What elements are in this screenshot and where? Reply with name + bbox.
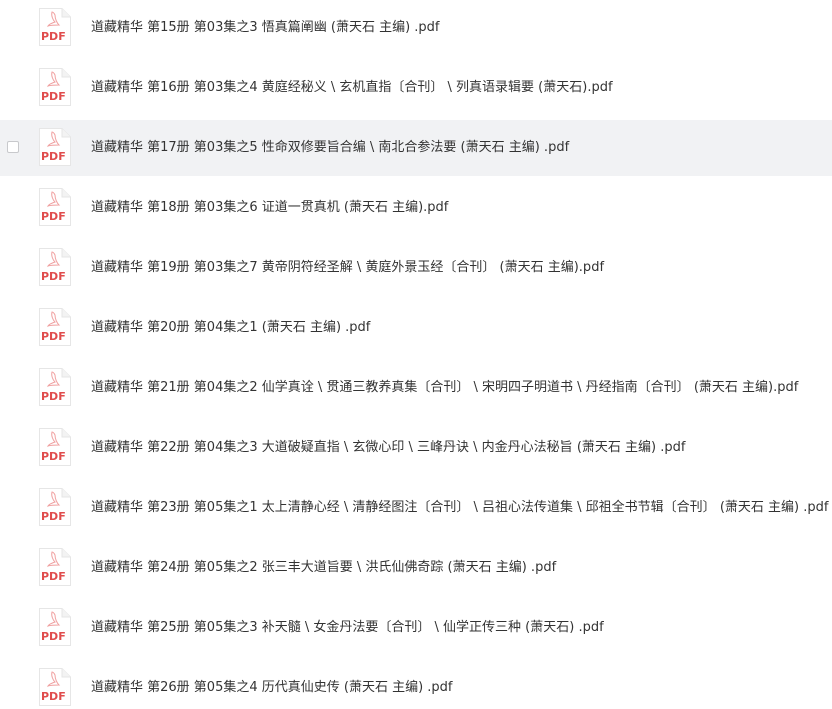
- file-name[interactable]: 道藏精华 第17册 第03集之5 性命双修要旨合编 \ 南北合参法要 (萧天石 …: [91, 120, 569, 176]
- pdf-icon-label: PDF: [41, 510, 66, 523]
- pdf-icon-label: PDF: [41, 690, 66, 703]
- file-name[interactable]: 道藏精华 第25册 第05集之3 补天髓 \ 女金丹法要〔合刊〕 \ 仙学正传三…: [91, 600, 604, 656]
- file-name[interactable]: 道藏精华 第26册 第05集之4 历代真仙史传 (萧天石 主编) .pdf: [91, 660, 453, 709]
- pdf-icon: PDF: [38, 607, 72, 647]
- file-name[interactable]: 道藏精华 第21册 第04集之2 仙学真诠 \ 贯通三教养真集〔合刊〕 \ 宋明…: [91, 360, 798, 416]
- pdf-icon: PDF: [38, 367, 72, 407]
- file-row[interactable]: PDF 道藏精华 第19册 第03集之7 黄帝阴符经圣解 \ 黄庭外景玉经〔合刊〕…: [0, 240, 832, 296]
- file-row[interactable]: PDF 道藏精华 第17册 第03集之5 性命双修要旨合编 \ 南北合参法要 (萧…: [0, 120, 832, 176]
- file-name[interactable]: 道藏精华 第16册 第03集之4 黄庭经秘义 \ 玄机直指〔合刊〕 \ 列真语录…: [91, 60, 613, 116]
- pdf-icon-label: PDF: [41, 330, 66, 343]
- file-name[interactable]: 道藏精华 第18册 第03集之6 证道一贯真机 (萧天石 主编).pdf: [91, 180, 448, 236]
- pdf-icon-label: PDF: [41, 270, 66, 283]
- pdf-icon-label: PDF: [41, 150, 66, 163]
- pdf-icon: PDF: [38, 187, 72, 227]
- pdf-icon: PDF: [38, 7, 72, 47]
- file-row[interactable]: PDF 道藏精华 第18册 第03集之6 证道一贯真机 (萧天石 主编).pdf: [0, 180, 832, 236]
- pdf-icon: PDF: [38, 247, 72, 287]
- file-row[interactable]: PDF 道藏精华 第26册 第05集之4 历代真仙史传 (萧天石 主编) .pdf: [0, 660, 832, 709]
- pdf-icon-label: PDF: [41, 390, 66, 403]
- file-row[interactable]: PDF 道藏精华 第20册 第04集之1 (萧天石 主编) .pdf: [0, 300, 832, 356]
- pdf-icon-label: PDF: [41, 90, 66, 103]
- file-name[interactable]: 道藏精华 第24册 第05集之2 张三丰大道旨要 \ 洪氏仙佛奇踪 (萧天石 主…: [91, 540, 556, 596]
- pdf-icon: PDF: [38, 67, 72, 107]
- pdf-icon: PDF: [38, 307, 72, 347]
- file-row[interactable]: PDF 道藏精华 第15册 第03集之3 悟真篇阐幽 (萧天石 主编) .pdf: [0, 0, 832, 56]
- file-name[interactable]: 道藏精华 第20册 第04集之1 (萧天石 主编) .pdf: [91, 300, 370, 356]
- pdf-icon-label: PDF: [41, 570, 66, 583]
- file-row[interactable]: PDF 道藏精华 第16册 第03集之4 黄庭经秘义 \ 玄机直指〔合刊〕 \ 列…: [0, 60, 832, 116]
- pdf-icon: PDF: [38, 667, 72, 707]
- file-name[interactable]: 道藏精华 第22册 第04集之3 大道破疑直指 \ 玄微心印 \ 三峰丹诀 \ …: [91, 420, 685, 476]
- pdf-icon: PDF: [38, 547, 72, 587]
- file-name[interactable]: 道藏精华 第23册 第05集之1 太上清静心经 \ 清静经图注〔合刊〕 \ 吕祖…: [91, 480, 828, 536]
- file-name[interactable]: 道藏精华 第15册 第03集之3 悟真篇阐幽 (萧天石 主编) .pdf: [91, 0, 440, 56]
- file-row[interactable]: PDF 道藏精华 第23册 第05集之1 太上清静心经 \ 清静经图注〔合刊〕 \…: [0, 480, 832, 536]
- select-checkbox[interactable]: [7, 141, 19, 153]
- pdf-icon-label: PDF: [41, 450, 66, 463]
- file-row[interactable]: PDF 道藏精华 第21册 第04集之2 仙学真诠 \ 贯通三教养真集〔合刊〕 \…: [0, 360, 832, 416]
- pdf-icon-label: PDF: [41, 630, 66, 643]
- file-row[interactable]: PDF 道藏精华 第22册 第04集之3 大道破疑直指 \ 玄微心印 \ 三峰丹诀…: [0, 420, 832, 476]
- pdf-icon: PDF: [38, 487, 72, 527]
- pdf-icon: PDF: [38, 427, 72, 467]
- file-name[interactable]: 道藏精华 第19册 第03集之7 黄帝阴符经圣解 \ 黄庭外景玉经〔合刊〕 (萧…: [91, 240, 604, 296]
- pdf-icon-label: PDF: [41, 210, 66, 223]
- file-list: PDF 道藏精华 第15册 第03集之3 悟真篇阐幽 (萧天石 主编) .pdf P…: [0, 0, 832, 709]
- pdf-icon: PDF: [38, 127, 72, 167]
- file-row[interactable]: PDF 道藏精华 第25册 第05集之3 补天髓 \ 女金丹法要〔合刊〕 \ 仙学…: [0, 600, 832, 656]
- pdf-icon-label: PDF: [41, 30, 66, 43]
- file-row[interactable]: PDF 道藏精华 第24册 第05集之2 张三丰大道旨要 \ 洪氏仙佛奇踪 (萧天…: [0, 540, 832, 596]
